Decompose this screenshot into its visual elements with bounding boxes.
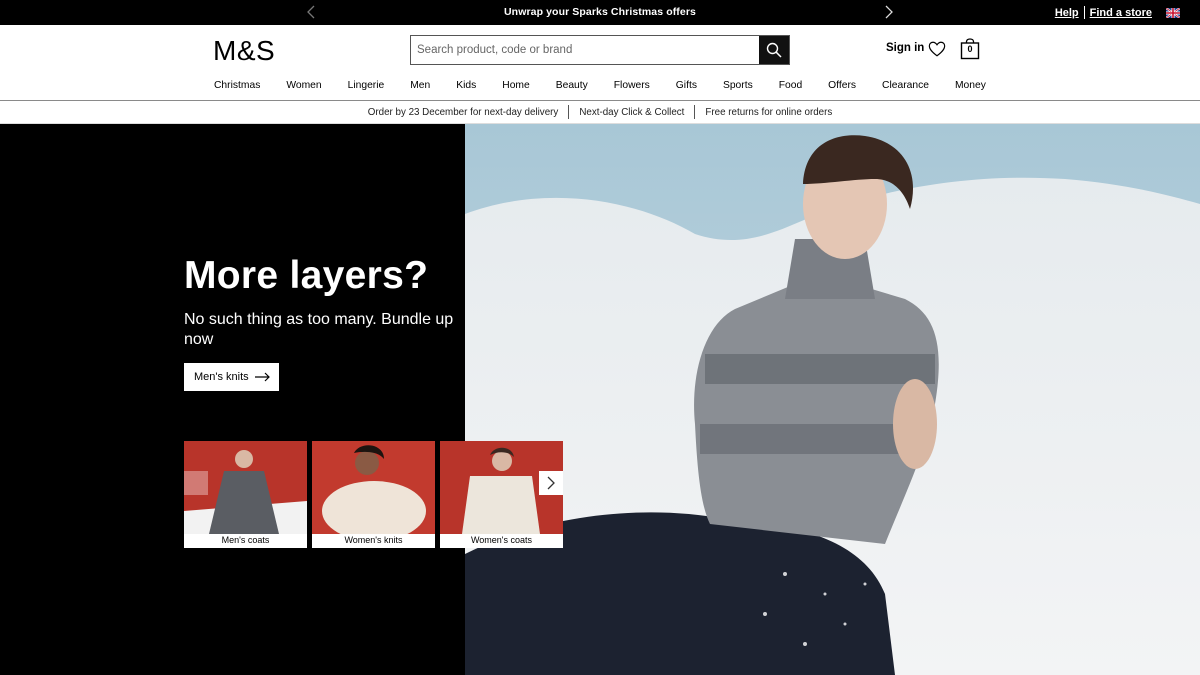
hero-image[interactable] xyxy=(465,124,1200,675)
nav-item-money[interactable]: Money xyxy=(955,80,986,91)
usp-bar: Order by 23 December for next-day delive… xyxy=(0,101,1200,124)
shopping-bag-button[interactable]: 0 xyxy=(960,38,980,60)
card-label: Women's knits xyxy=(344,535,403,545)
help-link[interactable]: Help xyxy=(1050,7,1084,19)
hero-photo xyxy=(465,124,1200,675)
usp-click-collect[interactable]: Next-day Click & Collect xyxy=(569,107,694,118)
promo-text[interactable]: Unwrap your Sparks Christmas offers xyxy=(0,0,1200,25)
chevron-right-icon xyxy=(547,476,555,490)
heart-icon[interactable] xyxy=(928,40,946,58)
arrow-right-icon xyxy=(254,372,270,382)
cta-label: Men's knits xyxy=(194,371,249,383)
chevron-right-icon[interactable] xyxy=(880,4,896,20)
nav-item-home[interactable]: Home xyxy=(502,80,529,91)
nav-item-women[interactable]: Women xyxy=(286,80,321,91)
promo-bar: Unwrap your Sparks Christmas offers Help… xyxy=(0,0,1200,25)
usp-free-returns[interactable]: Free returns for online orders xyxy=(695,107,842,118)
nav-item-clearance[interactable]: Clearance xyxy=(882,80,929,91)
card-label: Men's coats xyxy=(221,535,270,545)
card-womens-knits[interactable]: Women's knits xyxy=(312,441,435,548)
find-a-store-link[interactable]: Find a store xyxy=(1085,7,1157,19)
hero-text-panel xyxy=(0,124,465,675)
search-button[interactable] xyxy=(759,36,789,64)
uk-flag-icon[interactable] xyxy=(1166,7,1180,18)
usp-next-day-delivery[interactable]: Order by 23 December for next-day delive… xyxy=(358,107,569,118)
hero-title: More layers? xyxy=(184,254,429,297)
search-input[interactable] xyxy=(411,36,759,64)
womens-knits-image xyxy=(312,441,435,534)
nav-item-flowers[interactable]: Flowers xyxy=(614,80,650,91)
nav-item-sports[interactable]: Sports xyxy=(723,80,753,91)
nav-item-beauty[interactable]: Beauty xyxy=(556,80,588,91)
search-bar xyxy=(410,35,790,65)
hero-banner: More layers? No such thing as too many. … xyxy=(0,124,1200,675)
nav-item-lingerie[interactable]: Lingerie xyxy=(348,80,385,91)
search-icon xyxy=(766,42,782,58)
hero-subtitle: No such thing as too many. Bundle up now xyxy=(184,311,454,348)
nav-item-kids[interactable]: Kids xyxy=(456,80,476,91)
category-carousel: Men's coats Women's knits Women's coats xyxy=(184,441,564,548)
nav-item-gifts[interactable]: Gifts xyxy=(676,80,697,91)
carousel-next-button[interactable] xyxy=(539,471,563,495)
mens-knits-button[interactable]: Men's knits xyxy=(184,363,279,391)
nav-item-offers[interactable]: Offers xyxy=(828,80,856,91)
utility-links: Help Find a store xyxy=(1050,0,1180,25)
bag-count: 0 xyxy=(967,44,973,54)
nav-item-christmas[interactable]: Christmas xyxy=(214,80,260,91)
sign-in-link[interactable]: Sign in xyxy=(886,42,924,54)
nav-item-men[interactable]: Men xyxy=(410,80,430,91)
ms-logo[interactable]: M&S xyxy=(213,35,275,67)
nav-item-food[interactable]: Food xyxy=(779,80,802,91)
main-nav: Christmas Women Lingerie Men Kids Home B… xyxy=(214,80,986,91)
site-header: M&S Sign in 0 Christmas Women Lingerie M… xyxy=(0,25,1200,101)
card-label: Women's coats xyxy=(470,535,533,545)
carousel-prev-button[interactable] xyxy=(184,471,208,495)
